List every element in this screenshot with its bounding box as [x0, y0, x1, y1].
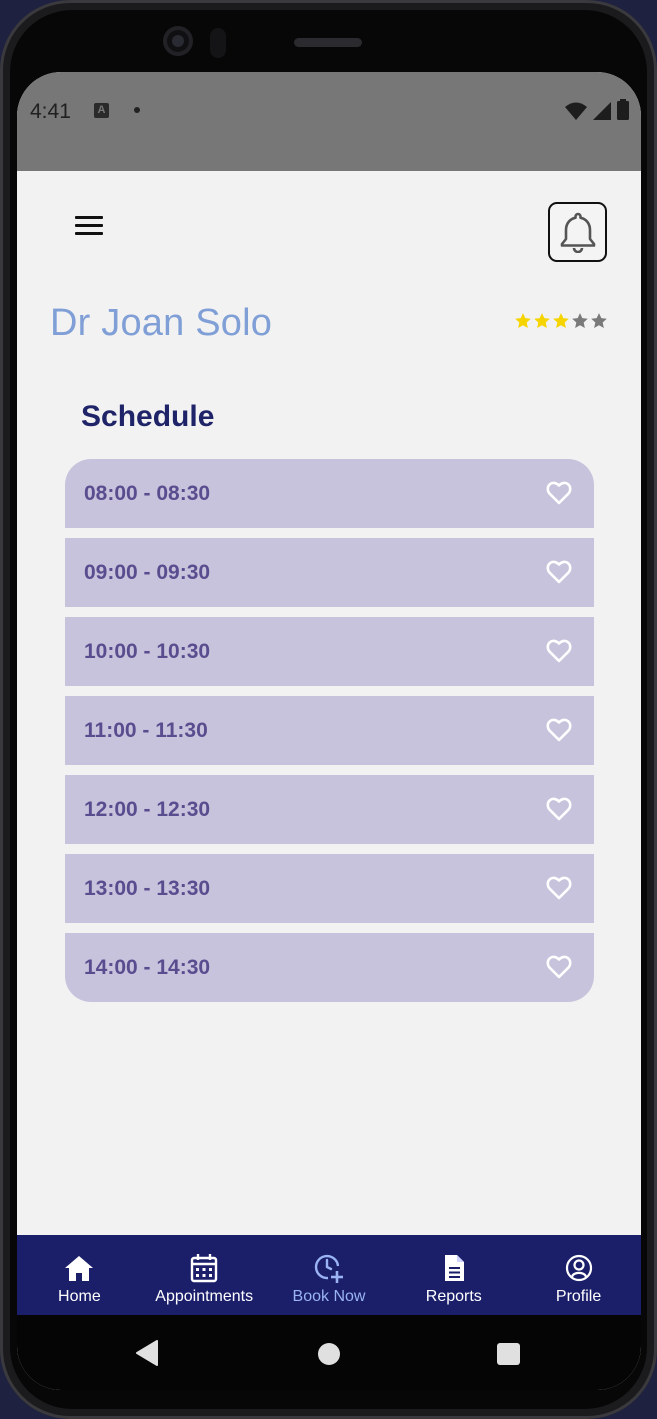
nav-label: Reports — [425, 1288, 482, 1305]
star-filled-icon — [515, 313, 531, 328]
time-slot-label: 12:00 - 12:30 — [84, 797, 211, 821]
nav-label: Appointments — [155, 1288, 254, 1305]
nav-item-reports[interactable]: Reports — [391, 1235, 516, 1315]
nav-item-profile[interactable]: Profile — [516, 1235, 641, 1315]
doctor-rating — [514, 312, 608, 330]
heart-outline-icon[interactable] — [545, 716, 573, 744]
time-slot[interactable]: 12:00 - 12:30 — [65, 775, 594, 844]
home-circle-icon[interactable] — [318, 1343, 340, 1365]
star-filled-icon — [553, 313, 569, 328]
time-slot[interactable]: 10:00 - 10:30 — [65, 617, 594, 686]
heart-outline-icon[interactable] — [545, 479, 573, 507]
signal-icon — [593, 102, 611, 120]
heart-outline-icon[interactable] — [545, 637, 573, 665]
status-bar: 4:41 A — [17, 72, 641, 171]
clock-plus-icon — [313, 1251, 345, 1285]
time-slot-label: 11:00 - 11:30 — [84, 718, 208, 742]
status-icons — [565, 99, 629, 120]
time-slot-label: 10:00 - 10:30 — [84, 639, 211, 663]
back-icon[interactable] — [135, 1340, 159, 1366]
time-slot[interactable]: 13:00 - 13:30 — [65, 854, 594, 923]
heart-outline-icon[interactable] — [545, 874, 573, 902]
nav-item-appointments[interactable]: Appointments — [142, 1235, 267, 1315]
home-icon — [63, 1251, 95, 1285]
star-filled-icon — [534, 313, 550, 328]
calendar-icon — [188, 1251, 220, 1285]
time-slot-label: 14:00 - 14:30 — [84, 955, 211, 979]
app-content: Dr Joan Solo Schedule 08:00 - 08:30 09:00… — [17, 171, 641, 1235]
screen: 4:41 A Dr Joan Solo Schedule 08:00 - 08:… — [17, 72, 641, 1390]
time-slot-label: 09:00 - 09:30 — [84, 560, 211, 584]
status-time: 4:41 — [30, 100, 71, 123]
keyboard-notification-icon: A — [94, 103, 109, 118]
user-circle-icon — [563, 1251, 595, 1285]
recents-icon[interactable] — [497, 1343, 520, 1365]
schedule-title: Schedule — [81, 400, 215, 433]
doctor-name: Dr Joan Solo — [50, 302, 273, 344]
system-navigation-bar — [17, 1315, 641, 1390]
hamburger-menu-icon[interactable] — [75, 216, 105, 238]
bell-icon — [560, 212, 595, 253]
nav-item-home[interactable]: Home — [17, 1235, 142, 1315]
phone-frame: 4:41 A Dr Joan Solo Schedule 08:00 - 08:… — [0, 0, 657, 1419]
time-slot[interactable]: 14:00 - 14:30 — [65, 933, 594, 1002]
nav-label: Profile — [555, 1288, 602, 1305]
star-empty-icon — [572, 313, 588, 328]
schedule-list: 08:00 - 08:30 09:00 - 09:30 10:00 - 10:30 1… — [65, 459, 594, 1012]
front-camera — [163, 26, 193, 56]
time-slot[interactable]: 09:00 - 09:30 — [65, 538, 594, 607]
nav-label: Home — [58, 1288, 101, 1305]
proximity-sensor — [210, 28, 226, 58]
notification-dot-icon — [134, 107, 140, 113]
battery-icon — [617, 99, 629, 120]
heart-outline-icon[interactable] — [545, 795, 573, 823]
wifi-icon — [565, 102, 587, 120]
bottom-navigation: Home Appointments Book Now Reports Profile — [17, 1235, 641, 1315]
nav-label: Book Now — [292, 1288, 366, 1305]
document-icon — [438, 1251, 470, 1285]
star-empty-icon — [591, 313, 607, 328]
earpiece-speaker — [294, 38, 362, 47]
heart-outline-icon[interactable] — [545, 558, 573, 586]
heart-outline-icon[interactable] — [545, 953, 573, 981]
time-slot[interactable]: 11:00 - 11:30 — [65, 696, 594, 765]
notifications-button[interactable] — [548, 202, 607, 262]
time-slot[interactable]: 08:00 - 08:30 — [65, 459, 594, 528]
time-slot-label: 08:00 - 08:30 — [84, 481, 211, 505]
time-slot-label: 13:00 - 13:30 — [84, 876, 211, 900]
nav-item-book-now[interactable]: Book Now — [267, 1235, 392, 1315]
